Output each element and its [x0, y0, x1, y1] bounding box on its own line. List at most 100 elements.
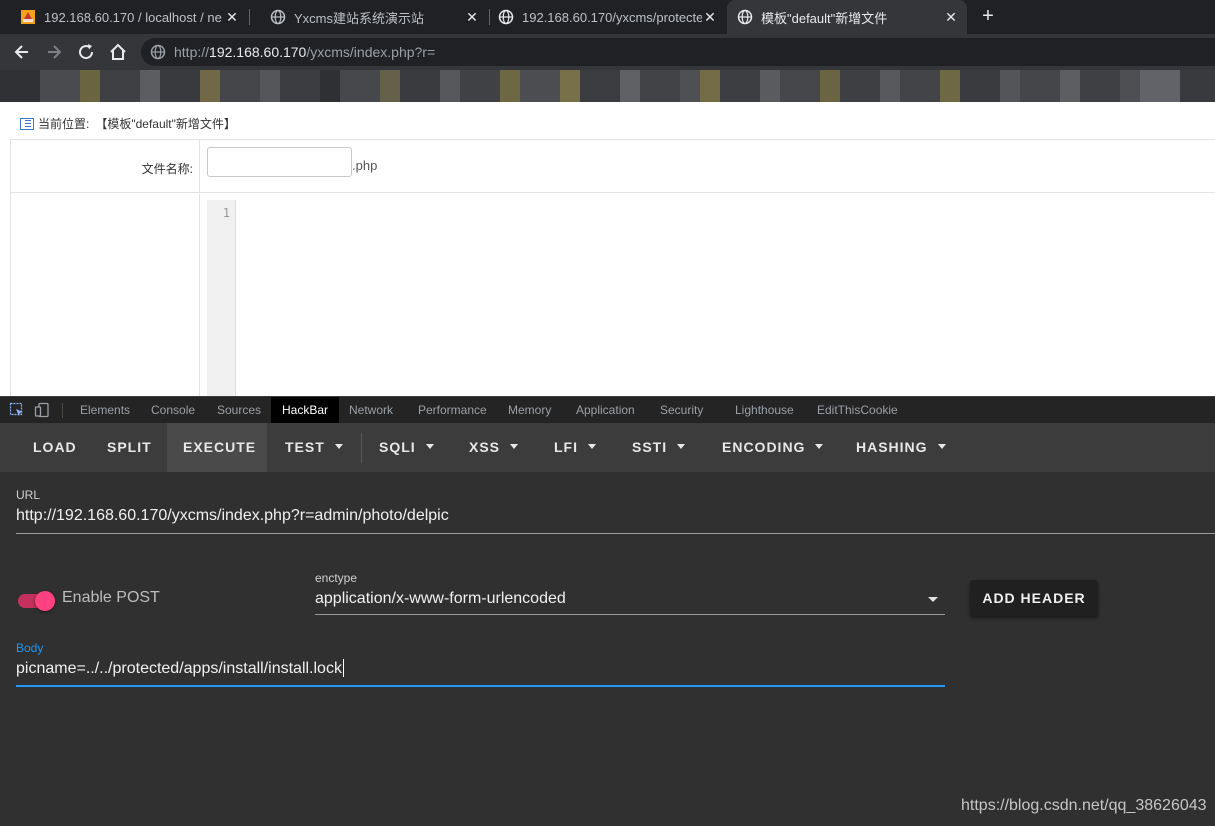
browser-tab-protected[interactable]: 192.168.60.170/yxcms/protecte ✕	[478, 0, 726, 34]
file-extension: .php	[352, 158, 378, 173]
browser-tab-new-file[interactable]: 模板"default"新增文件 ✕	[727, 0, 967, 34]
filename-label-cell: 文件名称:	[11, 140, 200, 192]
enctype-label: enctype	[315, 571, 358, 585]
caret-down-icon	[677, 443, 686, 449]
code-editor[interactable]	[237, 200, 1215, 396]
split-button[interactable]: SPLIT	[90, 423, 169, 472]
globe-icon	[498, 9, 514, 25]
hackbar-panel: URL http://192.168.60.170/yxcms/index.ph…	[0, 472, 1215, 826]
body-field[interactable]: picname=../../protected/apps/install/ins…	[16, 659, 344, 678]
caret-down-icon	[588, 443, 596, 449]
address-bar[interactable]: http://192.168.60.170/yxcms/index.php?r=	[141, 38, 1215, 66]
ssti-menu-button[interactable]: SSTI	[632, 423, 686, 472]
enctype-underline	[315, 614, 945, 615]
breadcrumb-current: 【模板"default"新增文件】	[95, 117, 236, 131]
sqli-label: SQLI	[379, 439, 416, 455]
close-icon[interactable]: ✕	[943, 9, 959, 26]
devtools-tab-editthiscookie[interactable]: EditThisCookie	[817, 397, 898, 424]
address-host: 192.168.60.170	[209, 44, 307, 60]
filename-row: 文件名称: .php	[11, 140, 1215, 193]
sqli-menu-button[interactable]: SQLI	[379, 423, 434, 472]
browser-tab-phpmyadmin[interactable]: 192.168.60.170 / localhost / ne ✕	[0, 0, 248, 34]
test-menu-button[interactable]: TEST	[285, 423, 343, 472]
close-icon[interactable]: ✕	[224, 9, 240, 26]
device-toolbar-icon[interactable]	[34, 402, 50, 418]
dropdown-arrow-icon[interactable]	[928, 597, 938, 602]
devtools-tab-console[interactable]: Console	[151, 397, 195, 424]
site-info-icon[interactable]	[150, 44, 166, 65]
reload-icon	[79, 44, 94, 60]
home-button[interactable]	[107, 41, 129, 63]
reload-button[interactable]	[75, 41, 97, 63]
enable-post-label: Enable POST	[62, 589, 160, 606]
filename-label: 文件名称:	[141, 162, 193, 176]
url-underline	[16, 533, 1215, 534]
code-editor-gutter: 1	[207, 200, 236, 396]
execute-button[interactable]: EXECUTE	[167, 423, 267, 472]
ssti-label: SSTI	[632, 439, 668, 455]
back-button[interactable]	[11, 41, 33, 63]
devtools-tab-application[interactable]: Application	[576, 397, 635, 424]
url-field[interactable]: http://192.168.60.170/yxcms/index.php?r=…	[16, 507, 449, 525]
enable-post-toggle[interactable]	[18, 589, 56, 611]
content-row: 1	[11, 194, 1215, 396]
devtools-tab-memory[interactable]: Memory	[508, 397, 551, 424]
devtools-tab-hackbar[interactable]: HackBar	[271, 397, 340, 424]
encoding-menu-button[interactable]: ENCODING	[722, 423, 824, 472]
tab-title: 模板"default"新增文件	[761, 10, 888, 26]
devtools-tab-lighthouse[interactable]: Lighthouse	[735, 397, 794, 424]
load-button[interactable]: LOAD	[0, 423, 93, 472]
caret-down-icon	[937, 443, 946, 449]
address-prefix: http://	[174, 44, 210, 60]
watermark: https://blog.csdn.net/qq_38626043	[961, 797, 1207, 814]
devtools-divider	[62, 403, 63, 418]
page-content: 当前位置: 【模板"default"新增文件】 文件名称: .php 1	[0, 102, 1215, 396]
body-underline-focused	[16, 685, 945, 687]
devtools-tab-performance[interactable]: Performance	[418, 397, 487, 424]
devtools-tab-sources[interactable]: Sources	[217, 397, 261, 424]
test-label: TEST	[285, 439, 325, 455]
body-text: picname=../../protected/apps/install/ins…	[16, 660, 342, 677]
close-icon[interactable]: ✕	[702, 9, 718, 26]
phpmyadmin-icon	[20, 9, 36, 25]
lfi-label: LFI	[554, 439, 578, 455]
enctype-select[interactable]: application/x-www-form-urlencoded	[315, 590, 566, 608]
hashing-label: HASHING	[856, 439, 928, 455]
inspect-element-icon[interactable]	[9, 402, 25, 418]
encoding-label: ENCODING	[722, 439, 806, 455]
filename-input[interactable]	[207, 147, 352, 177]
body-label: Body	[16, 641, 44, 655]
browser-tab-strip: 192.168.60.170 / localhost / ne ✕ Yxcms建…	[0, 0, 1215, 34]
text-cursor	[342, 659, 344, 677]
devtools-tab-security[interactable]: Security	[660, 397, 703, 424]
tab-title: Yxcms建站系统演示站	[294, 10, 425, 26]
caret-down-icon	[425, 443, 434, 449]
tab-title: 192.168.60.170/yxcms/protecte	[522, 9, 702, 25]
bookmarks-bar	[0, 70, 1215, 102]
split-label: SPLIT	[107, 439, 152, 455]
globe-icon	[270, 9, 286, 25]
forward-button[interactable]	[43, 41, 65, 63]
arrow-right-icon	[48, 45, 62, 59]
list-icon	[20, 117, 34, 130]
add-header-button[interactable]: ADD HEADER	[970, 580, 1098, 616]
browser-tab-yxcms-demo[interactable]: Yxcms建站系统演示站 ✕	[250, 0, 488, 34]
caret-down-icon	[334, 443, 343, 449]
breadcrumb: 当前位置: 【模板"default"新增文件】	[20, 115, 236, 132]
file-form: 文件名称: .php 1	[10, 139, 1215, 396]
hackbar-menu: LOAD SPLIT EXECUTE TEST SQLI XSS LFI SST…	[0, 423, 1215, 472]
address-text[interactable]: http://192.168.60.170/yxcms/index.php?r=	[174, 44, 435, 60]
hashing-menu-button[interactable]: HASHING	[856, 423, 946, 472]
xss-menu-button[interactable]: XSS	[469, 423, 519, 472]
tab-title: 192.168.60.170 / localhost / ne	[44, 9, 222, 25]
xss-label: XSS	[469, 439, 501, 455]
content-label-cell	[11, 194, 200, 396]
caret-down-icon	[510, 443, 519, 449]
devtools-tab-elements[interactable]: Elements	[80, 397, 130, 424]
devtools-tab-network[interactable]: Network	[349, 397, 393, 424]
load-label: LOAD	[33, 439, 77, 455]
breadcrumb-label: 当前位置:	[38, 117, 90, 131]
new-tab-button[interactable]: +	[977, 5, 999, 27]
lfi-menu-button[interactable]: LFI	[554, 423, 596, 472]
url-label: URL	[16, 488, 41, 502]
